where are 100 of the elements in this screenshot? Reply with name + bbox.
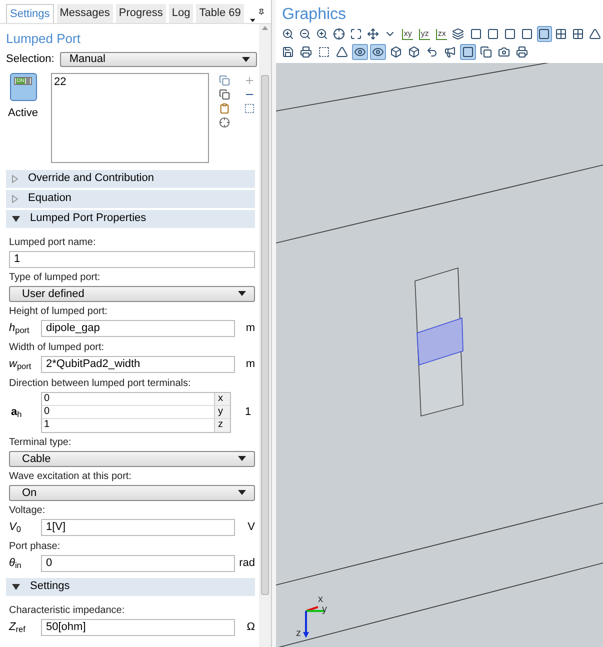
input-field[interactable]: 0 <box>41 555 235 572</box>
toolbar-button[interactable] <box>502 26 518 42</box>
panel-title: Graphics <box>281 6 348 24</box>
toolbar-button[interactable] <box>370 44 386 60</box>
section-header[interactable]: Equation <box>6 190 255 208</box>
tab[interactable]: Settings <box>6 4 54 23</box>
dropdown[interactable]: On <box>9 484 255 500</box>
scrollbar[interactable] <box>259 24 271 647</box>
field-label: Direction between lumped port terminals: <box>9 376 192 390</box>
toolbar-button[interactable] <box>388 44 404 60</box>
field-label: Terminal type: <box>9 436 72 448</box>
toolbar-button[interactable] <box>460 44 476 60</box>
toolbar-button[interactable] <box>442 44 458 60</box>
toolbar-button[interactable] <box>570 26 586 42</box>
toolbar-button[interactable] <box>314 26 330 42</box>
component-label: y <box>214 406 230 418</box>
square-icon <box>504 28 516 40</box>
eye-icon <box>354 46 366 58</box>
graphics-canvas[interactable]: x y z <box>276 63 603 647</box>
unit-label: Ω <box>246 620 256 636</box>
field-label: Port phase: <box>9 540 62 552</box>
text-field[interactable]: 1 <box>9 250 255 268</box>
expanded-icon <box>12 216 20 222</box>
move-icon <box>367 28 380 40</box>
tab[interactable]: Progress <box>116 4 166 23</box>
section-header[interactable]: Settings <box>6 578 255 596</box>
toolbar-button[interactable] <box>298 44 314 60</box>
layers-icon <box>452 28 464 40</box>
toolbar-button[interactable] <box>331 26 346 42</box>
dashed-square-icon <box>318 46 330 58</box>
toolbar-button[interactable] <box>478 44 494 60</box>
list-item[interactable]: 22 <box>54 74 206 90</box>
input-field[interactable]: 50[ohm] <box>41 619 235 636</box>
axis-label: x <box>318 595 324 605</box>
copy-icon[interactable] <box>219 88 230 100</box>
input-field[interactable]: 2*QubitPad2_width <box>41 356 235 373</box>
field-label: Selection: <box>6 52 54 68</box>
symbol-label: a$_{h}$ <box>10 404 23 420</box>
square-icon <box>470 28 482 40</box>
section-header[interactable]: Override and Contribution <box>6 170 255 188</box>
zoom-in-icon <box>316 28 328 40</box>
input-field[interactable]: dipole_gap <box>41 320 235 337</box>
tab[interactable]: Table 69 <box>196 4 244 23</box>
expand-icon <box>350 28 362 40</box>
selection-list[interactable]: 22 <box>51 72 209 162</box>
paste-icon[interactable] <box>219 102 230 114</box>
caret-icon <box>242 57 250 62</box>
toolbar-button[interactable] <box>485 26 500 42</box>
toolbar-button[interactable] <box>334 44 350 60</box>
section-header[interactable]: Lumped Port Properties <box>6 210 255 228</box>
grid-icon <box>555 28 568 40</box>
toolbar-button[interactable] <box>450 26 466 42</box>
toolbar-button[interactable] <box>280 26 296 42</box>
copy-icon <box>480 46 492 58</box>
crosshair-icon <box>332 28 345 40</box>
view-button[interactable]: zx <box>436 28 447 40</box>
toolbar-button[interactable] <box>316 44 332 60</box>
cube-icon <box>408 46 420 58</box>
toolbar-button[interactable] <box>588 26 603 42</box>
square-icon <box>538 28 550 40</box>
clear-icon[interactable] <box>244 102 255 114</box>
toolbar-button[interactable] <box>348 26 364 42</box>
toolbar-button[interactable] <box>536 26 552 42</box>
toolbar-button[interactable] <box>366 26 381 42</box>
toolbar-button[interactable] <box>468 26 484 42</box>
view-button[interactable]: yz <box>418 28 430 40</box>
unit-label: m <box>244 321 256 336</box>
tab[interactable]: Messages <box>56 4 113 23</box>
undo-icon <box>426 46 438 58</box>
camera-icon <box>498 46 510 58</box>
expanded-icon <box>12 584 20 590</box>
toolbar-button[interactable] <box>280 44 296 60</box>
toolbar-button[interactable] <box>352 44 368 60</box>
square-icon <box>462 46 474 58</box>
dropdown[interactable]: Manual <box>60 52 257 67</box>
triangle-icon <box>336 46 348 58</box>
grid-icon <box>572 28 584 40</box>
unit-label: m <box>244 357 256 372</box>
crosshair-icon[interactable] <box>219 116 230 128</box>
toolbar-button[interactable] <box>554 26 569 42</box>
dropdown[interactable]: User defined <box>9 286 255 302</box>
active-label: Active <box>8 106 38 120</box>
toolbar-button[interactable] <box>297 26 312 42</box>
zoom-out-icon <box>298 28 311 40</box>
input-field[interactable]: 1[V] <box>41 519 235 536</box>
caret-icon <box>238 456 246 461</box>
toolbar-button[interactable] <box>519 26 534 42</box>
unit-label: V <box>246 520 256 536</box>
field-label: Voltage: <box>9 504 46 516</box>
caret-icon <box>250 18 256 23</box>
toolbar-button[interactable] <box>406 44 422 60</box>
pin-icon[interactable] <box>258 7 265 17</box>
toolbar-button[interactable] <box>514 44 530 60</box>
symbol-label: Z$_{ref}$ <box>9 620 26 636</box>
cube-icon <box>390 46 402 58</box>
axis-label: y <box>322 605 327 615</box>
dropdown[interactable]: Cable <box>9 450 255 466</box>
tab[interactable]: Log <box>168 4 194 23</box>
view-button[interactable]: xy <box>402 28 413 40</box>
square-icon <box>486 28 499 40</box>
